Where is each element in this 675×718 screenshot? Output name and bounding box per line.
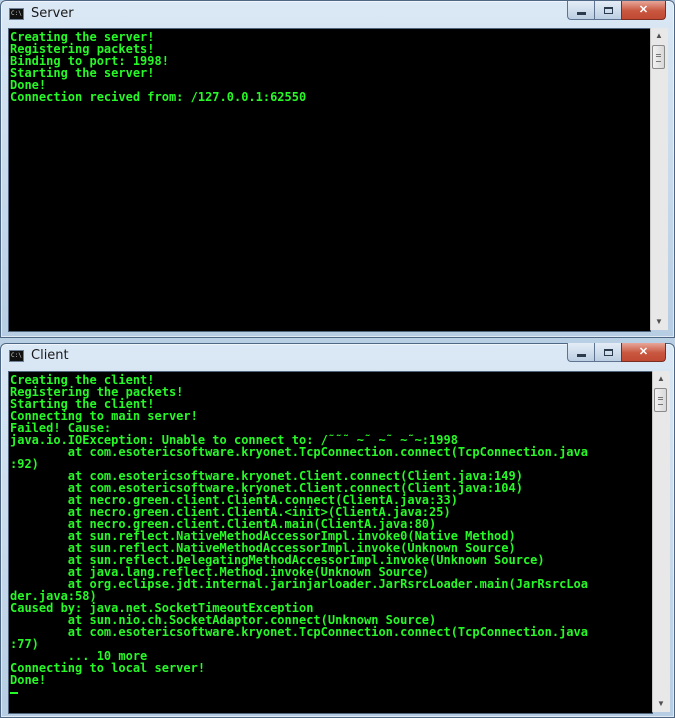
client-window: C:\ Client ✕ Creating the client! Regist… bbox=[0, 343, 675, 718]
server-window: C:\ Server ✕ Creating the server! Regist… bbox=[0, 0, 675, 338]
scroll-down-arrow-icon[interactable]: ▼ bbox=[651, 314, 667, 330]
close-button[interactable]: ✕ bbox=[621, 1, 666, 20]
minimize-button[interactable] bbox=[567, 343, 594, 362]
client-window-controls: ✕ bbox=[567, 343, 666, 362]
console-line: at com.esotericsoftware.kryonet.TcpConne… bbox=[10, 445, 588, 459]
minimize-button[interactable] bbox=[567, 1, 594, 20]
scroll-down-arrow-icon[interactable]: ▼ bbox=[653, 696, 669, 712]
server-window-title: Server bbox=[31, 6, 74, 21]
console-app-icon[interactable]: C:\ bbox=[9, 350, 24, 362]
client-vertical-scrollbar[interactable]: ▲ ▼ bbox=[652, 371, 670, 712]
minimize-icon bbox=[576, 11, 586, 15]
maximize-icon bbox=[603, 6, 613, 14]
scroll-up-arrow-icon[interactable]: ▲ bbox=[653, 371, 669, 387]
close-icon: ✕ bbox=[638, 345, 649, 358]
scroll-thumb[interactable] bbox=[654, 388, 667, 412]
maximize-button[interactable] bbox=[594, 1, 621, 20]
scroll-thumb[interactable] bbox=[652, 45, 665, 69]
server-vertical-scrollbar[interactable]: ▲ ▼ bbox=[650, 28, 668, 330]
server-window-controls: ✕ bbox=[567, 1, 666, 20]
text-cursor bbox=[10, 691, 18, 694]
client-console-output[interactable]: Creating the client! Registering the pac… bbox=[8, 371, 653, 714]
client-window-title: Client bbox=[31, 348, 69, 363]
maximize-button[interactable] bbox=[594, 343, 621, 362]
console-app-icon[interactable]: C:\ bbox=[9, 8, 24, 20]
minimize-icon bbox=[576, 353, 586, 357]
server-console-output[interactable]: Creating the server! Registering packets… bbox=[8, 28, 651, 332]
console-line: Connection recived from: /127.0.0.1:6255… bbox=[10, 90, 307, 104]
maximize-icon bbox=[603, 348, 613, 356]
close-icon: ✕ bbox=[638, 3, 649, 16]
console-line: at com.esotericsoftware.kryonet.TcpConne… bbox=[10, 625, 588, 639]
scroll-up-arrow-icon[interactable]: ▲ bbox=[651, 28, 667, 44]
close-button[interactable]: ✕ bbox=[621, 343, 666, 362]
console-line: Done! bbox=[10, 673, 47, 687]
